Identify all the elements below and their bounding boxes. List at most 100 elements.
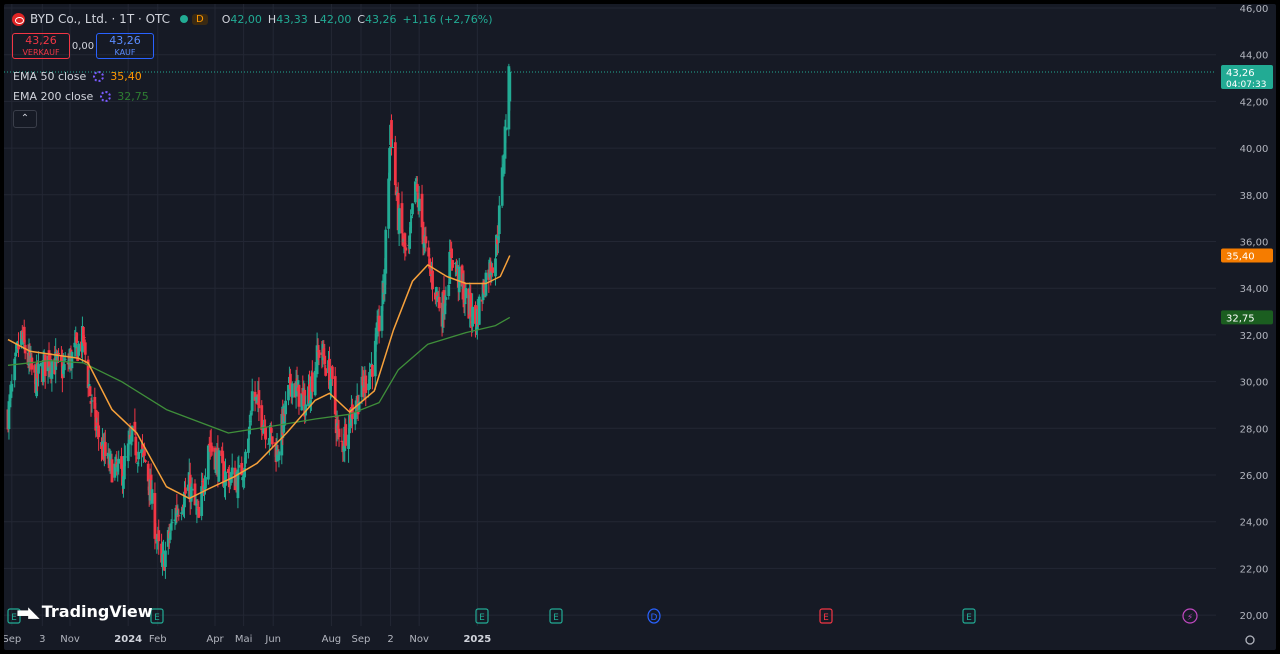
candle-body [117, 458, 121, 464]
candle-body [244, 451, 247, 464]
candle-body [62, 364, 66, 371]
ema50-line [7, 255, 511, 500]
candle-body [330, 366, 334, 379]
event-marker-label: E [553, 613, 559, 623]
candle-body [377, 315, 381, 332]
candle-body [57, 352, 60, 355]
trade-buttons: 43,26 VERKAUF 0,00 43,26 KAUF [12, 33, 154, 59]
sell-button[interactable]: 43,26 VERKAUF [12, 33, 70, 59]
candle-body [197, 506, 201, 518]
candle-body [497, 205, 501, 235]
candle-body [457, 266, 461, 293]
candle-body [75, 332, 79, 343]
y-tick-label: 30,00 [1240, 378, 1269, 389]
ema50-settings-icon[interactable] [93, 70, 105, 82]
candle-body [270, 436, 274, 445]
ohlc-open-value: 42,00 [230, 12, 262, 26]
ohlc-change: +1,16 (+2,76%) [402, 12, 493, 26]
candle-body [350, 404, 354, 419]
candle-body [494, 258, 497, 277]
candle-body [43, 354, 47, 377]
chart-pane[interactable]: 46,00 44,00 42,00 40,00 38,00 36,00 34,00 32,00… [4, 4, 1276, 650]
screen-frame: 46,00 44,00 42,00 40,00 38,00 36,00 34,00 32,00… [0, 0, 1280, 654]
candle-body [437, 296, 441, 309]
candle-body [63, 358, 67, 360]
candle-body [123, 456, 127, 458]
candle-body [217, 450, 221, 482]
ohlc-close-value: 43,26 [365, 12, 397, 26]
candle-body [269, 427, 273, 433]
candle-body [417, 198, 421, 212]
sell-label: VERKAUF [22, 48, 60, 57]
event-marker-label: E [823, 613, 829, 623]
candle-body [471, 306, 474, 327]
price-chart[interactable]: 46,00 44,00 42,00 40,00 38,00 36,00 34,00 32,00… [4, 4, 1276, 650]
candle-body [393, 142, 397, 186]
candle-body [447, 284, 451, 297]
candle-body [204, 477, 207, 489]
buy-label: KAUF [114, 48, 136, 57]
candle-body [83, 342, 87, 355]
y-tick-label: 40,00 [1240, 144, 1269, 155]
interval-badge[interactable]: D [192, 13, 208, 25]
candle-body [371, 365, 374, 377]
y-tick-label: 36,00 [1240, 238, 1269, 249]
y-tick-label: 46,00 [1240, 4, 1269, 15]
buy-button[interactable]: 43,26 KAUF [96, 33, 154, 59]
y-tick-label: 44,00 [1240, 51, 1269, 62]
candle-body [50, 360, 54, 379]
indicator-ema50[interactable]: EMA 50 close 35,40 [13, 66, 149, 86]
candle-body [277, 451, 281, 461]
y-tick-label: 22,00 [1240, 564, 1269, 575]
ohlc-high-value: 43,33 [276, 12, 308, 26]
candle-body [143, 450, 146, 456]
event-marker-label: ⚡ [1187, 613, 1193, 623]
candle-body [450, 248, 454, 259]
y-tick-label: 42,00 [1240, 97, 1269, 108]
tradingview-wordmark: TradingView [41, 602, 153, 621]
byd-logo-icon [12, 12, 25, 26]
candle-body [37, 363, 40, 374]
ema200-value: 32,75 [117, 89, 149, 103]
candle-body [237, 465, 241, 468]
last-price-label-countdown: 04:07:33 [1226, 80, 1266, 90]
candle-body [431, 270, 434, 290]
candle-body [137, 451, 141, 460]
candle-body [250, 391, 254, 412]
candle-body [310, 372, 314, 392]
y-tick-label: 20,00 [1240, 611, 1269, 622]
event-marker-label: E [966, 613, 972, 623]
indicator-ema200[interactable]: EMA 200 close 32,75 [13, 86, 149, 106]
tradingview-logo-icon: ▬◣ [16, 602, 40, 621]
ema200-settings-icon[interactable] [100, 90, 112, 102]
candle-body [504, 127, 508, 131]
candle-body [143, 460, 147, 462]
x-tick-label: Mai [235, 634, 253, 645]
candle-body [168, 532, 172, 540]
candle-body [424, 236, 428, 244]
candle-body [30, 357, 34, 370]
candle-body [70, 352, 74, 369]
candle-body [224, 471, 227, 486]
candle-body [333, 376, 337, 415]
candle-body [150, 489, 154, 504]
candle-body [10, 383, 14, 392]
last-price-label: 43,26 [1226, 68, 1255, 79]
collapse-legend-button[interactable]: ⌃ [13, 110, 37, 128]
x-tick-label: 2 [387, 634, 393, 645]
tradingview-logo[interactable]: ▬◣ TradingView [16, 602, 153, 621]
candle-body [410, 216, 413, 219]
candle-body [264, 427, 267, 440]
x-tick-label: Jun [264, 634, 281, 645]
candle-body [364, 375, 368, 393]
gear-icon[interactable] [1245, 635, 1255, 645]
candle-body [411, 203, 414, 215]
candle-body [391, 147, 394, 149]
candle-body [464, 288, 468, 299]
candle-body [170, 522, 174, 524]
y-tick-label: 26,00 [1240, 471, 1269, 482]
ema50-price-label: 35,40 [1226, 252, 1255, 263]
symbol-title[interactable]: BYD Co., Ltd. · 1T · OTC [30, 12, 170, 26]
x-tick-label: 2024 [114, 634, 142, 645]
candle-body [337, 428, 341, 437]
